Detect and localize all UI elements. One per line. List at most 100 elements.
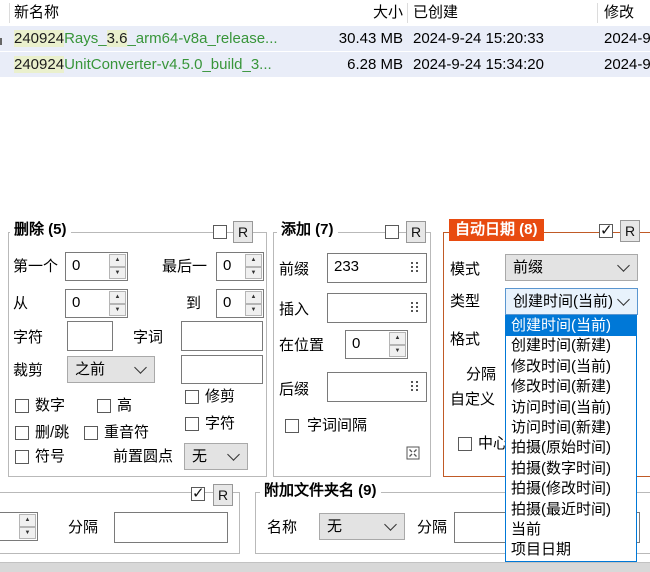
column-divider[interactable] — [597, 3, 598, 23]
column-header-size[interactable]: 大小 — [295, 0, 403, 26]
file-row[interactable]: 240924Rays_3.6_arm64-v8a_release... 30.4… — [0, 26, 650, 51]
column-header-newname[interactable]: 新名称 — [14, 5, 59, 21]
file-modified: 2024-9 — [604, 52, 650, 77]
clipped-group-reset-button[interactable]: R — [213, 484, 233, 506]
mode-select[interactable]: 前缀 — [505, 254, 638, 281]
from-value[interactable]: 0 — [66, 290, 108, 317]
format-label: 格式 — [450, 332, 480, 348]
filename-segment: UnitConverter-v4.5.0_build_3... — [64, 56, 272, 73]
add-enable-checkbox[interactable] — [385, 225, 399, 239]
append-folder-group-title: 附加文件夹名 (9) — [260, 482, 381, 500]
up-arrow-icon[interactable]: ▲ — [245, 254, 262, 267]
prefix-input[interactable]: 233 — [327, 253, 427, 283]
auto-date-enable-checkbox[interactable] — [599, 224, 613, 238]
dots-grid-icon[interactable] — [411, 262, 418, 273]
file-list-header: 新名称 大小 已创建 修改 — [0, 0, 650, 26]
down-arrow-icon[interactable]: ▼ — [245, 267, 262, 280]
crop-select-value: 之前 — [75, 357, 136, 382]
down-arrow-icon[interactable]: ▼ — [389, 345, 406, 358]
type-select[interactable]: 创建时间(当前) — [505, 288, 638, 315]
delete-group-title: 删除 (5) — [10, 221, 71, 239]
lead-dots-select[interactable]: 无 — [184, 443, 248, 470]
clipped-stepper[interactable]: ▲▼ — [0, 512, 38, 541]
type-option[interactable]: 访问时间(新建) — [506, 418, 636, 438]
lead-dots-value: 无 — [192, 444, 229, 469]
crop-text-input[interactable] — [181, 355, 263, 384]
type-option[interactable]: 拍摄(最近时间) — [506, 500, 636, 520]
last-stepper[interactable]: 0 ▲▼ — [216, 252, 264, 281]
clipped-stepper-value[interactable] — [0, 513, 18, 540]
words-input[interactable] — [181, 321, 263, 351]
accents-label: 重音符 — [104, 425, 149, 441]
up-arrow-icon[interactable]: ▲ — [109, 291, 126, 304]
file-modified: 2024-9 — [604, 26, 650, 51]
center-label: 中心 — [478, 436, 508, 452]
digits-checkbox[interactable] — [15, 399, 29, 413]
auto-date-reset-button[interactable]: R — [620, 220, 640, 242]
delete-reset-button[interactable]: R — [233, 221, 253, 243]
word-space-checkbox[interactable] — [285, 419, 299, 433]
down-arrow-icon[interactable]: ▼ — [109, 304, 126, 317]
type-option[interactable]: 当前 — [506, 520, 636, 540]
dots-grid-icon[interactable] — [411, 381, 418, 392]
from-stepper[interactable]: 0 ▲▼ — [65, 289, 128, 318]
first-value[interactable]: 0 — [66, 253, 108, 280]
clipped-group-enable-checkbox[interactable] — [191, 487, 205, 501]
suffix-input[interactable] — [327, 372, 427, 402]
to-stepper[interactable]: 0 ▲▼ — [216, 289, 264, 318]
dots-grid-icon[interactable] — [411, 302, 418, 313]
position-value[interactable]: 0 — [346, 331, 388, 358]
to-value[interactable]: 0 — [217, 290, 244, 317]
suffix-label: 后缀 — [279, 382, 309, 398]
last-value[interactable]: 0 — [217, 253, 244, 280]
symbols-checkbox[interactable] — [15, 450, 29, 464]
lead-dots-label: 前置圆点 — [113, 449, 173, 465]
type-option[interactable]: 拍摄(数字时间) — [506, 459, 636, 479]
trim-checkbox[interactable] — [185, 390, 199, 404]
type-option[interactable]: 拍摄(修改时间) — [506, 479, 636, 499]
chars-label: 字符 — [13, 330, 43, 346]
position-stepper[interactable]: 0 ▲▼ — [345, 330, 408, 359]
down-arrow-icon[interactable]: ▼ — [19, 527, 36, 540]
delete-enable-checkbox[interactable] — [213, 225, 227, 239]
clipped-edge-mark — [0, 38, 2, 45]
type-value: 创建时间(当前) — [513, 289, 619, 314]
auto-date-group-title: 自动日期 (8) — [449, 219, 544, 241]
up-arrow-icon[interactable]: ▲ — [389, 332, 406, 345]
add-reset-button[interactable]: R — [406, 221, 426, 243]
insert-label: 插入 — [279, 302, 309, 318]
first-label: 第一个 — [13, 259, 58, 275]
column-header-modified[interactable]: 修改 — [604, 0, 650, 26]
folder-name-select[interactable]: 无 — [319, 513, 405, 540]
bottom-separator-input[interactable] — [114, 512, 228, 543]
trim-label: 修剪 — [205, 389, 235, 405]
chars-checkbox[interactable] — [185, 417, 199, 431]
up-arrow-icon[interactable]: ▲ — [245, 291, 262, 304]
column-header-created[interactable]: 已创建 — [413, 0, 458, 26]
accents-checkbox[interactable] — [84, 426, 98, 440]
filename-highlight-segment: 240924 — [14, 56, 64, 73]
high-checkbox[interactable] — [97, 399, 111, 413]
type-option[interactable]: 项目日期 — [506, 540, 636, 560]
filename-segment: _arm64-v8a_release... — [127, 30, 277, 47]
expand-icon[interactable] — [406, 446, 420, 460]
up-arrow-icon[interactable]: ▲ — [109, 254, 126, 267]
type-option[interactable]: 拍摄(原始时间) — [506, 438, 636, 458]
file-row[interactable]: 240924UnitConverter-v4.5.0_build_3... 6.… — [0, 52, 650, 77]
column-divider[interactable] — [407, 3, 408, 23]
down-arrow-icon[interactable]: ▼ — [245, 304, 262, 317]
type-option[interactable]: 创建时间(当前) — [506, 316, 636, 336]
crop-select[interactable]: 之前 — [67, 356, 155, 383]
type-option[interactable]: 修改时间(当前) — [506, 357, 636, 377]
up-arrow-icon[interactable]: ▲ — [19, 514, 36, 527]
down-arrow-icon[interactable]: ▼ — [109, 267, 126, 280]
insert-input[interactable] — [327, 293, 427, 323]
center-checkbox[interactable] — [458, 437, 472, 451]
del-skip-checkbox[interactable] — [15, 426, 29, 440]
type-option[interactable]: 创建时间(新建) — [506, 336, 636, 356]
first-stepper[interactable]: 0 ▲▼ — [65, 252, 128, 281]
type-option[interactable]: 修改时间(新建) — [506, 377, 636, 397]
chars-input[interactable] — [67, 321, 113, 351]
column-divider[interactable] — [9, 3, 10, 23]
type-option[interactable]: 访问时间(当前) — [506, 398, 636, 418]
